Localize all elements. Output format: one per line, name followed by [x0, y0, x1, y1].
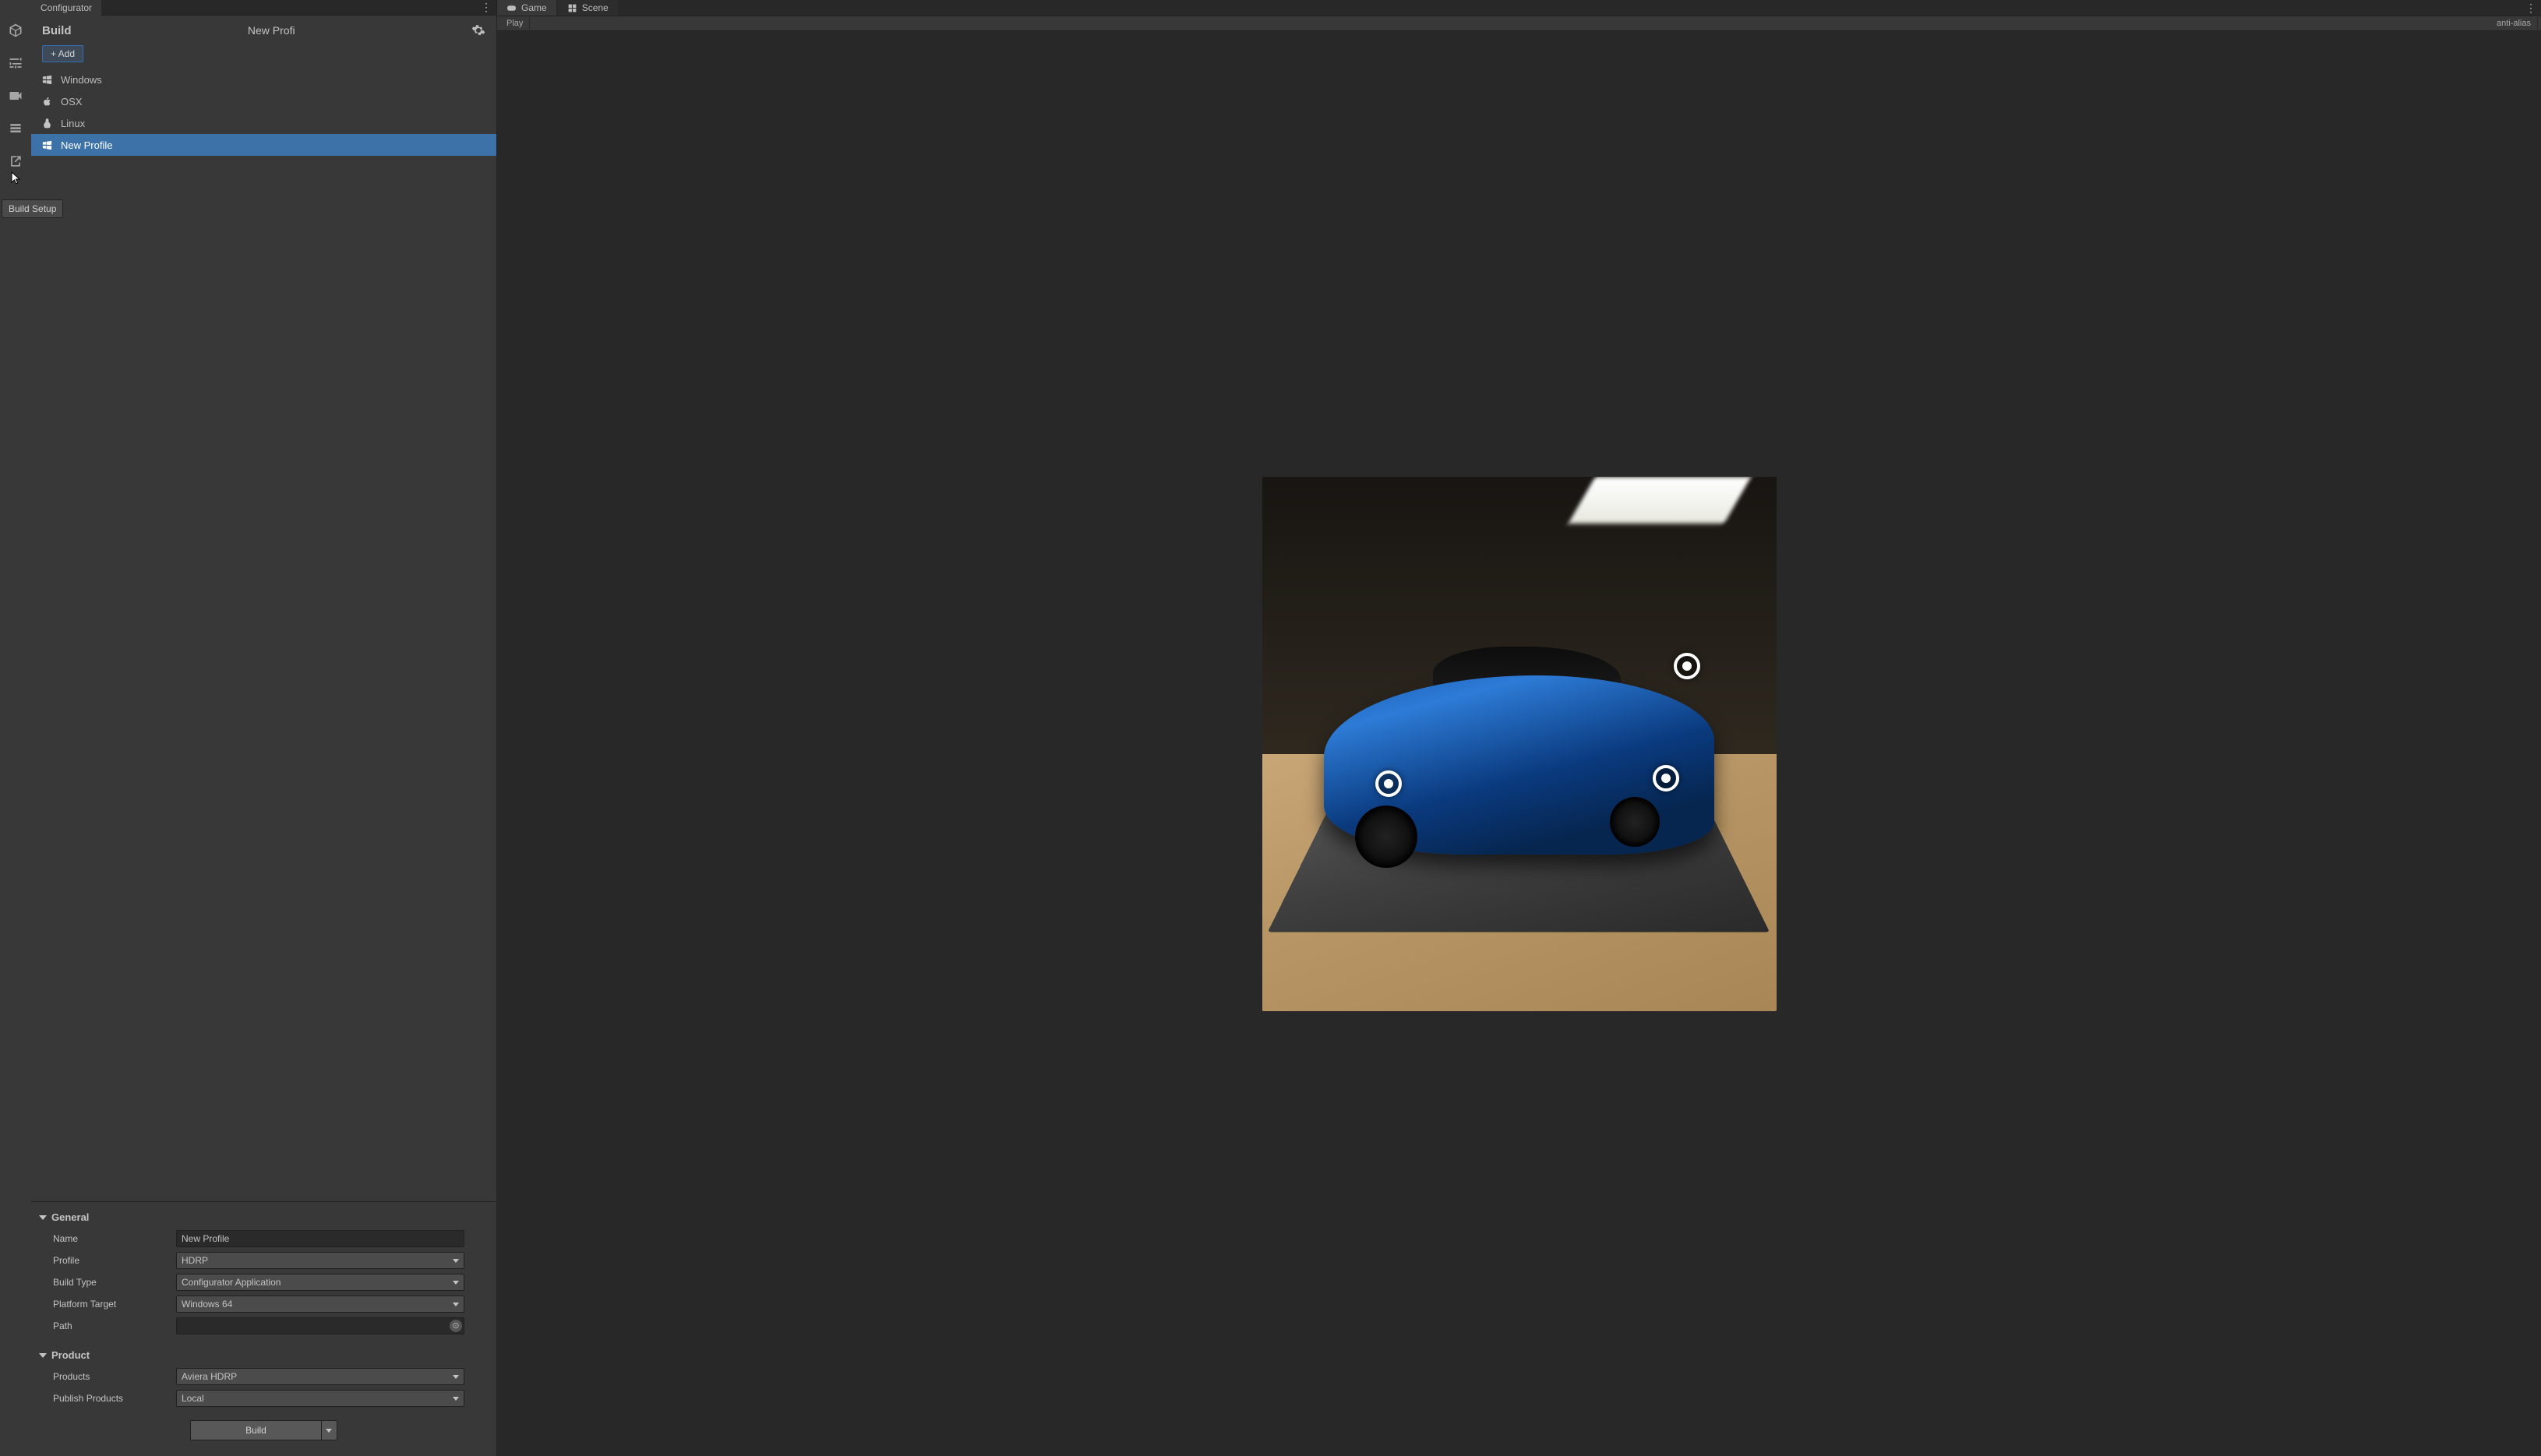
caret-down-icon — [39, 1215, 47, 1220]
apple-icon — [41, 95, 53, 108]
profile-item-windows[interactable]: Windows — [31, 69, 496, 90]
profile-item-osx[interactable]: OSX — [31, 90, 496, 112]
panel-menu-icon[interactable]: ⋮ — [476, 1, 496, 14]
buildtype-dropdown[interactable]: Configurator Application — [176, 1274, 464, 1291]
profile-item-linux[interactable]: Linux — [31, 112, 496, 134]
chevron-down-icon — [453, 1303, 459, 1306]
tab-scene[interactable]: Scene — [558, 0, 618, 16]
chevron-down-icon — [453, 1281, 459, 1285]
profile-item-new[interactable]: New Profile — [31, 134, 496, 156]
right-panel: Game Scene ⋮ Play anti-alias — [497, 0, 2541, 1456]
play-button[interactable]: Play — [500, 17, 530, 30]
windows-icon — [41, 73, 53, 86]
chevron-down-icon — [453, 1259, 459, 1263]
chevron-down-icon — [326, 1429, 332, 1433]
label-profile: Profile — [53, 1255, 176, 1266]
left-panel: Configurator ⋮ Build New Profi + Add Win… — [31, 0, 497, 1456]
hotspot[interactable] — [1375, 770, 1402, 797]
cursor-icon — [11, 171, 22, 185]
build-button[interactable]: Build — [190, 1420, 322, 1440]
tab-configurator[interactable]: Configurator — [31, 0, 101, 16]
name-input[interactable] — [176, 1230, 464, 1247]
build-title: Build — [42, 24, 72, 37]
gamepad-icon — [506, 3, 517, 13]
tooltip-build-setup: Build Setup — [2, 199, 63, 218]
path-input[interactable] — [176, 1317, 464, 1334]
profile-label: OSX — [61, 96, 82, 108]
hotspot[interactable] — [1674, 653, 1700, 679]
chevron-down-icon — [453, 1397, 459, 1401]
grid-icon — [567, 3, 577, 13]
windows-icon — [41, 139, 53, 151]
hotspot[interactable] — [1653, 765, 1679, 791]
tab-label: Game — [521, 2, 547, 13]
profile-dropdown[interactable]: HDRP — [176, 1252, 464, 1269]
build-subtitle: New Profi — [72, 24, 472, 37]
camera-icon[interactable] — [7, 87, 24, 104]
build-dropdown[interactable] — [322, 1420, 337, 1440]
scene-preview — [1262, 477, 1777, 1011]
label-path: Path — [53, 1320, 176, 1331]
section-general[interactable]: General — [39, 1207, 489, 1228]
tab-game[interactable]: Game — [497, 0, 556, 16]
platform-dropdown[interactable]: Windows 64 — [176, 1296, 464, 1313]
section-product[interactable]: Product — [39, 1345, 489, 1366]
section-title: Product — [51, 1349, 90, 1361]
label-platform: Platform Target — [53, 1299, 176, 1310]
antialias-toggle[interactable]: anti-alias — [2490, 17, 2538, 30]
sliders-icon[interactable] — [7, 55, 24, 72]
products-dropdown[interactable]: Aviera HDRP — [176, 1368, 464, 1385]
label-products: Products — [53, 1371, 176, 1382]
profile-label: Windows — [61, 74, 102, 86]
caret-down-icon — [39, 1353, 47, 1358]
panel-menu-icon[interactable]: ⋮ — [2521, 2, 2541, 15]
label-name: Name — [53, 1233, 176, 1244]
label-publish: Publish Products — [53, 1393, 176, 1404]
linux-icon — [41, 117, 53, 129]
list-icon[interactable] — [7, 120, 24, 137]
export-icon[interactable] — [7, 153, 24, 170]
inspector: General Name Profile HDRP Build Type Con… — [31, 1201, 496, 1456]
label-buildtype: Build Type — [53, 1277, 176, 1288]
gear-icon[interactable] — [471, 23, 485, 37]
path-browse-icon[interactable] — [450, 1320, 462, 1332]
cube-icon[interactable] — [7, 22, 24, 39]
profile-label: Linux — [61, 118, 85, 129]
add-button[interactable]: + Add — [42, 45, 83, 62]
publish-dropdown[interactable]: Local — [176, 1390, 464, 1407]
section-title: General — [51, 1211, 89, 1223]
icon-rail — [0, 0, 31, 1456]
chevron-down-icon — [453, 1375, 459, 1379]
profile-list: Windows OSX Linux New Profile — [31, 69, 496, 156]
profile-label: New Profile — [61, 139, 112, 151]
tab-label: Scene — [582, 2, 609, 13]
viewport[interactable] — [497, 31, 2541, 1456]
